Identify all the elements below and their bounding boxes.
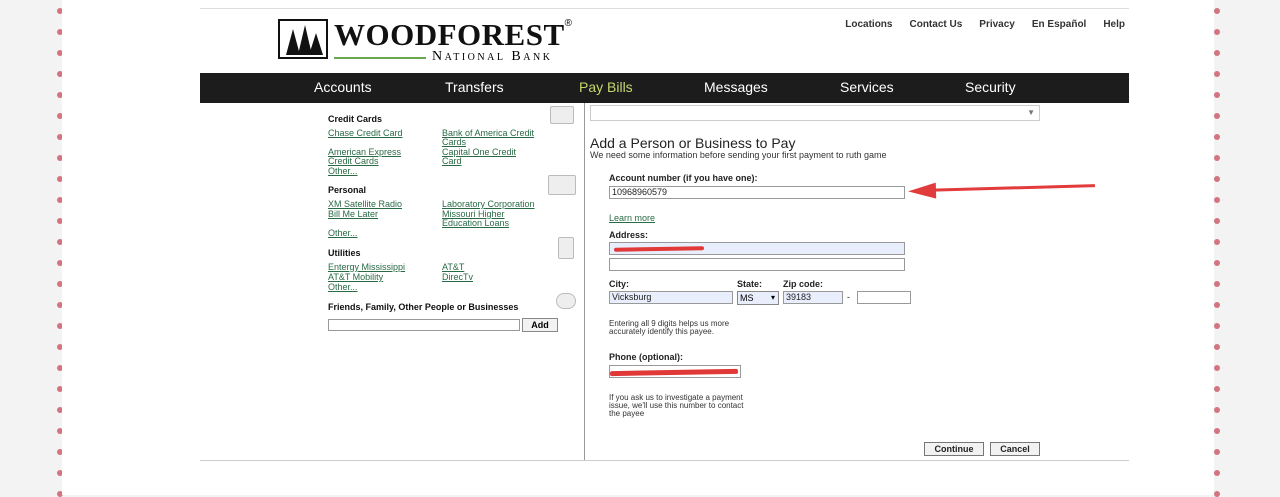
util-link-contact[interactable]: Contact Us (909, 19, 962, 30)
nav-pay-bills[interactable]: Pay Bills (579, 79, 633, 95)
phone-label: Phone (optional): (609, 352, 683, 362)
house-icon (548, 175, 576, 195)
border-dot (1214, 50, 1220, 56)
registered-mark: ® (564, 18, 573, 29)
city-input[interactable]: Vicksburg (609, 291, 733, 304)
link-entergy[interactable]: Entergy Mississippi (328, 263, 405, 272)
add-button[interactable]: Add (522, 318, 558, 332)
border-dot (1214, 71, 1220, 77)
annotation-arrow-shaft (919, 184, 1095, 192)
right-decorative-border (1212, 0, 1226, 497)
utilities-heading: Utilities (328, 248, 361, 258)
link-utilities-other[interactable]: Other... (328, 283, 358, 292)
link-att[interactable]: AT&T (442, 263, 464, 272)
address-label: Address: (609, 230, 649, 240)
nav-messages[interactable]: Messages (704, 79, 768, 95)
people-icon (556, 293, 576, 309)
form-title: Add a Person or Business to Pay (590, 135, 796, 151)
chevron-down-icon: ▾ (770, 293, 775, 302)
link-personal-other[interactable]: Other... (328, 229, 358, 238)
link-chase[interactable]: Chase Credit Card (328, 129, 403, 138)
main-nav: Accounts Transfers Pay Bills Messages Se… (200, 73, 1129, 103)
logo-green-rule (334, 57, 426, 59)
zip-extension-input[interactable] (857, 291, 911, 304)
nav-transfers[interactable]: Transfers (445, 79, 504, 95)
state-label: State: (737, 279, 763, 289)
credit-card-icon (550, 106, 574, 124)
border-dot (1214, 323, 1220, 329)
border-dot (1214, 29, 1220, 35)
util-link-locations[interactable]: Locations (845, 19, 892, 30)
continue-button[interactable]: Continue (924, 442, 984, 456)
zip-help-text: Entering all 9 digits helps us more accu… (609, 319, 730, 336)
border-dot (1214, 8, 1220, 14)
link-att-mobility[interactable]: AT&T Mobility (328, 273, 383, 282)
bank-page: WOODFOREST® National Bank Locations Cont… (200, 8, 1129, 464)
learn-more-link[interactable]: Learn more (609, 213, 655, 223)
util-link-espanol[interactable]: En Español (1032, 19, 1086, 30)
zip-input[interactable]: 39183 (783, 291, 843, 304)
tree-logo-icon (278, 19, 328, 59)
address-line2-input[interactable] (609, 258, 905, 271)
friends-heading: Friends, Family, Other People or Busines… (328, 302, 519, 312)
personal-heading: Personal (328, 185, 367, 195)
border-dot (1214, 176, 1220, 182)
border-dot (1214, 302, 1220, 308)
phone-help-text: If you ask us to investigate a payment i… (609, 393, 744, 418)
link-missouri-loans[interactable]: Missouri Higher Education Loans (442, 210, 532, 228)
link-labcorp[interactable]: Laboratory Corporation (442, 200, 535, 209)
zip-dash: - (847, 292, 850, 302)
border-dot (1214, 260, 1220, 266)
credit-cards-heading: Credit Cards (328, 114, 383, 124)
friends-payee-input[interactable] (328, 319, 520, 331)
chevron-down-icon: ▼ (1027, 108, 1035, 117)
link-directv[interactable]: DirecTv (442, 273, 473, 282)
border-dot (1214, 218, 1220, 224)
nav-accounts[interactable]: Accounts (314, 79, 372, 95)
link-amex[interactable]: American Express Credit Cards (328, 148, 420, 166)
border-dot (1214, 155, 1220, 161)
payee-select[interactable]: ▼ (590, 105, 1040, 121)
link-bill-me-later[interactable]: Bill Me Later (328, 210, 378, 219)
city-label: City: (609, 279, 629, 289)
border-dot (1214, 449, 1220, 455)
bank-logo[interactable]: WOODFOREST® National Bank (278, 17, 573, 64)
form-subtitle: We need some information before sending … (590, 150, 887, 160)
link-bofa[interactable]: Bank of America Credit Cards (442, 129, 554, 147)
border-dot (1214, 134, 1220, 140)
state-value: MS (740, 293, 754, 303)
zip-label: Zip code: (783, 279, 823, 289)
border-dot (1214, 407, 1220, 413)
phone-utility-icon (558, 237, 574, 259)
util-link-help[interactable]: Help (1103, 19, 1125, 30)
link-capital-one[interactable]: Capital One Credit Card (442, 148, 534, 166)
nav-services[interactable]: Services (840, 79, 894, 95)
link-xm[interactable]: XM Satellite Radio (328, 200, 402, 209)
nav-security[interactable]: Security (965, 79, 1016, 95)
link-credit-other[interactable]: Other... (328, 167, 358, 176)
border-dot (1214, 470, 1220, 476)
border-dot (1214, 428, 1220, 434)
bank-name: WOODFOREST (334, 17, 565, 52)
border-dot (1214, 113, 1220, 119)
border-dot (1214, 281, 1220, 287)
border-dot (1214, 365, 1220, 371)
border-dot (1214, 92, 1220, 98)
border-dot (1214, 239, 1220, 245)
cancel-button[interactable]: Cancel (990, 442, 1040, 456)
bank-subtitle: National Bank (432, 49, 553, 64)
utility-nav: Locations Contact Us Privacy En Español … (845, 19, 1125, 30)
account-number-label: Account number (if you have one): (609, 173, 758, 183)
border-dot (1214, 197, 1220, 203)
border-dot (1214, 491, 1220, 497)
border-dot (1214, 386, 1220, 392)
util-link-privacy[interactable]: Privacy (979, 19, 1015, 30)
bottom-rule (200, 460, 1129, 461)
annotation-arrow-icon (907, 182, 937, 200)
state-select[interactable]: MS ▾ (737, 291, 779, 305)
border-dot (1214, 344, 1220, 350)
column-divider (584, 103, 585, 461)
account-number-input[interactable]: 10968960579 (609, 186, 905, 199)
